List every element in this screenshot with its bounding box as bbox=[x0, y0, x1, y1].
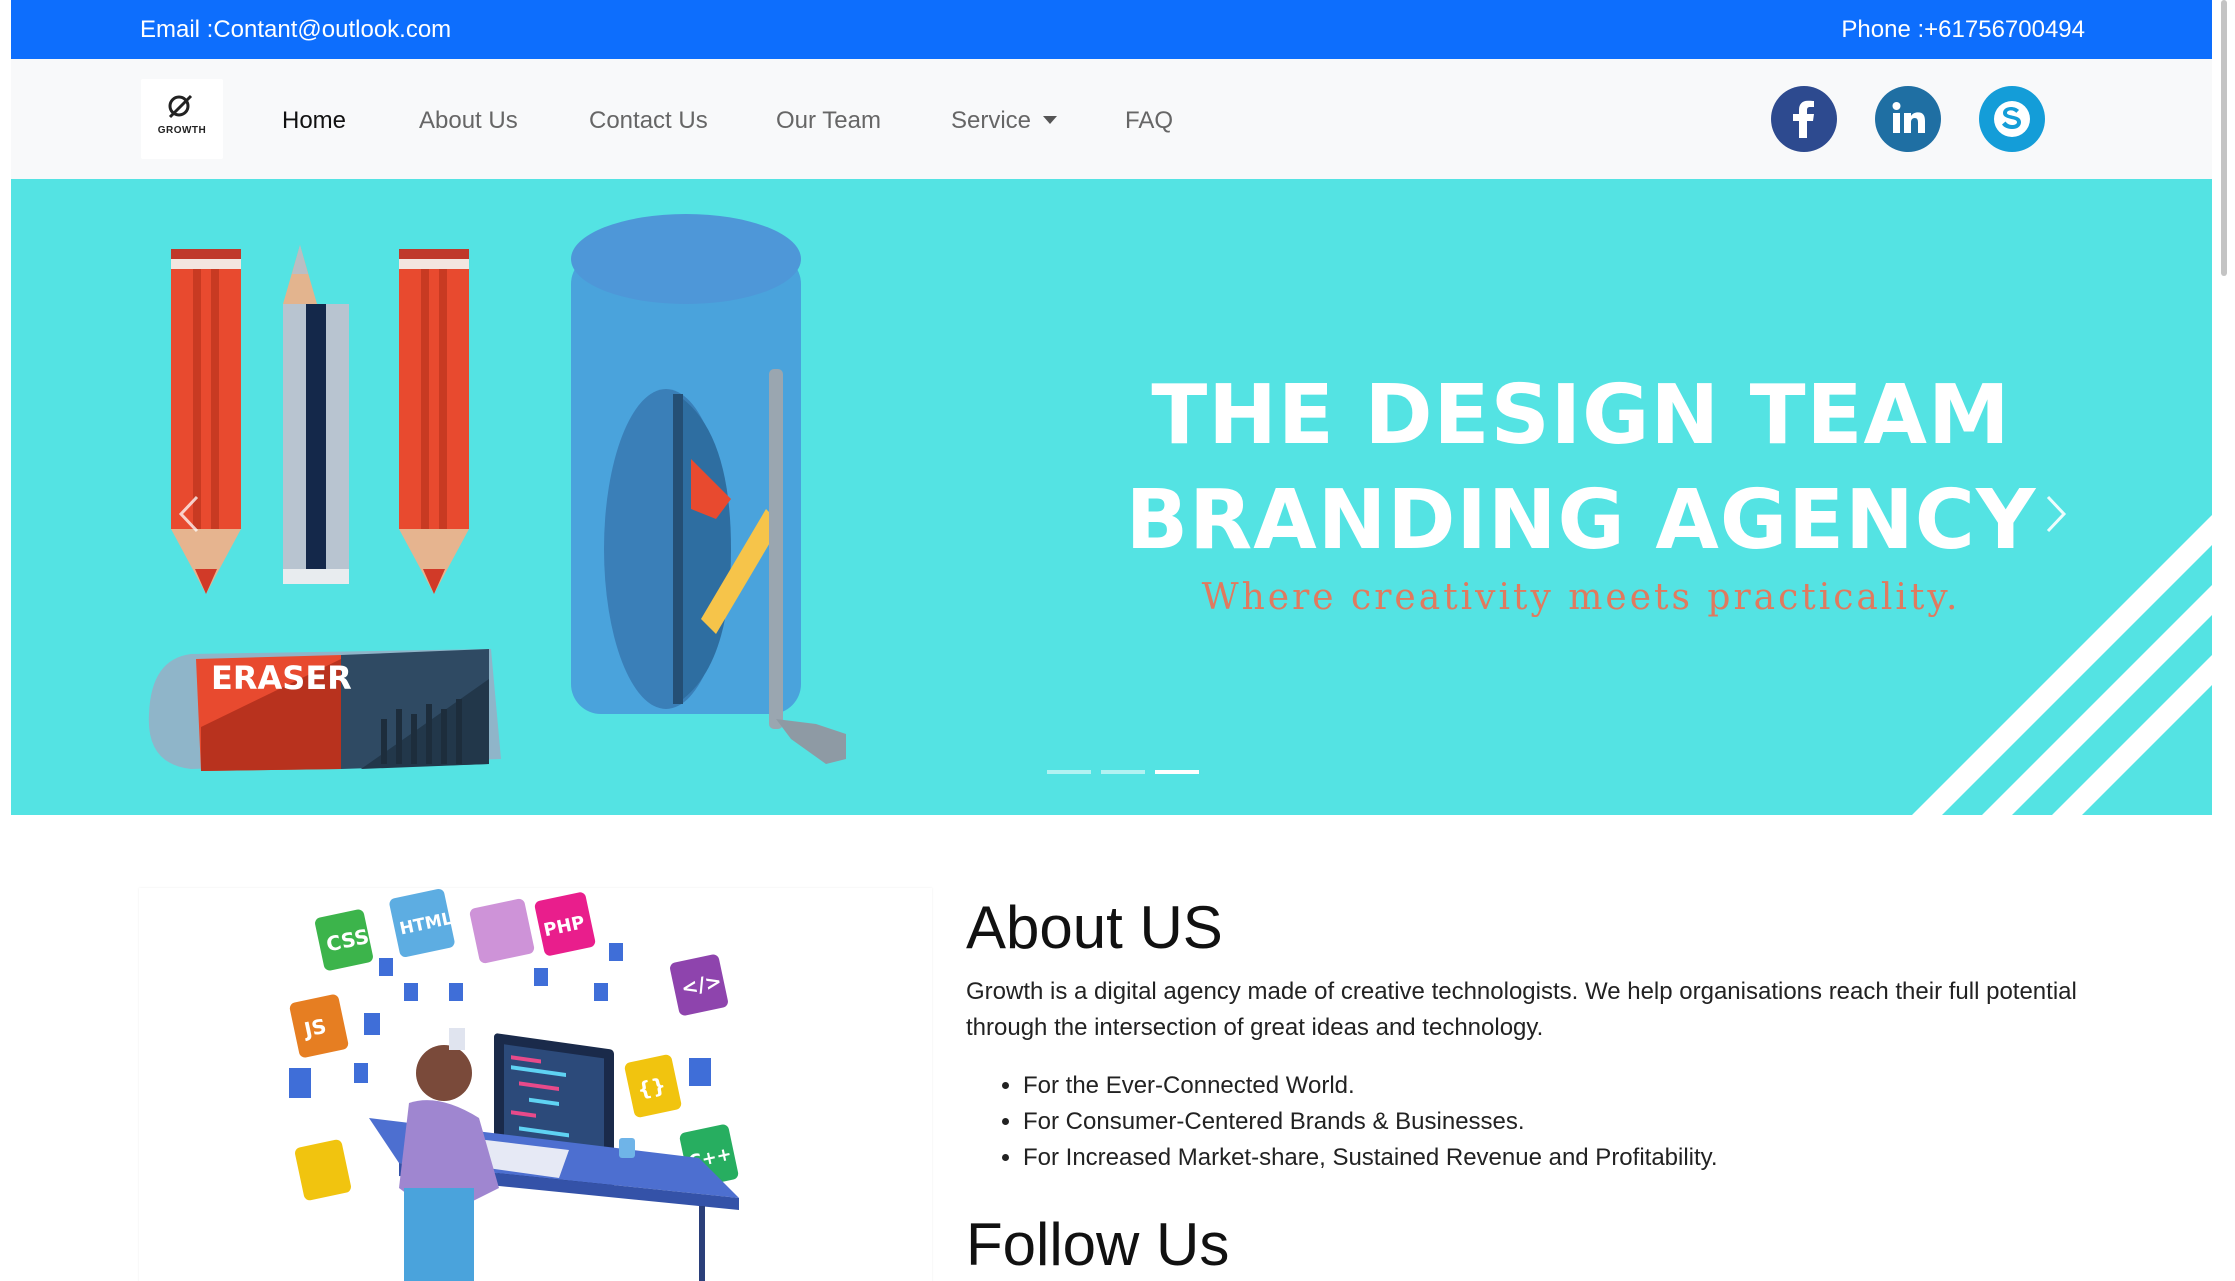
carousel-prev-icon[interactable] bbox=[169, 479, 209, 549]
pencil-cup-illustration bbox=[571, 214, 846, 764]
carousel-indicator-3[interactable] bbox=[1155, 770, 1199, 774]
stationery-illustration: ERASER bbox=[148, 214, 846, 771]
nav-contact-us-label: Contact Us bbox=[589, 107, 708, 134]
contact-email: Email :Contant@outlook.com bbox=[140, 16, 452, 43]
carousel-indicators bbox=[1035, 770, 1199, 778]
nav-service-dropdown[interactable]: Service bbox=[951, 107, 1058, 135]
chevron-down-icon bbox=[1043, 115, 1058, 124]
skype-icon bbox=[1979, 86, 2045, 152]
hero-title-line2: BRANDING AGENCY bbox=[1125, 473, 2037, 568]
contact-phone: Phone :+61756700494 bbox=[1841, 16, 2085, 43]
top-contact-bar: Email :Contant@outlook.com Phone :+61756… bbox=[11, 0, 2212, 59]
growth-logo-icon bbox=[168, 94, 193, 119]
nav-faq-label: FAQ bbox=[1125, 107, 1174, 134]
red-pencil-illustration-2 bbox=[399, 249, 469, 594]
page: Email :Contant@outlook.com Phone :+61756… bbox=[11, 0, 2212, 1281]
hero-carousel: ERASER THE DESIGN TEAM BRANDING AGENCY W… bbox=[11, 179, 2212, 815]
eraser-illustration: ERASER bbox=[148, 649, 501, 771]
scrollbar-thumb[interactable] bbox=[2221, 0, 2227, 276]
follow-us-heading: Follow Us bbox=[966, 1211, 1230, 1278]
about-description: Growth is a digital agency made of creat… bbox=[966, 978, 2077, 1041]
facebook-icon bbox=[1771, 86, 1837, 152]
list-item: For Increased Market-share, Sustained Re… bbox=[1023, 1140, 1718, 1176]
list-item: For Consumer-Centered Brands & Businesse… bbox=[1023, 1104, 1718, 1140]
nav-service-label: Service bbox=[951, 107, 1032, 134]
main-navbar: GROWTH Home About Us Contact Us Our Team… bbox=[11, 59, 2212, 179]
carousel-next-icon[interactable] bbox=[2036, 479, 2076, 549]
about-heading: About US bbox=[966, 894, 1223, 961]
linkedin-link[interactable] bbox=[1875, 86, 1941, 152]
skype-link[interactable] bbox=[1979, 86, 2045, 152]
logo-brand-text: GROWTH bbox=[157, 125, 207, 136]
carousel-indicator-1[interactable] bbox=[1047, 770, 1091, 774]
about-illustration: CSS HTML PHP </> JS {} C++ bbox=[139, 888, 932, 1281]
nav-home-label: Home bbox=[282, 107, 347, 134]
nav-home[interactable]: Home bbox=[282, 107, 346, 135]
grey-pencil-illustration bbox=[283, 245, 349, 584]
carousel-indicator-2[interactable] bbox=[1101, 770, 1145, 774]
hero-title-line1: THE DESIGN TEAM bbox=[1151, 368, 2011, 463]
nav-our-team-label: Our Team bbox=[776, 107, 881, 134]
about-list: For the Ever-Connected World. For Consum… bbox=[1001, 1068, 1718, 1176]
developer-illustration: CSS HTML PHP </> JS {} C++ bbox=[289, 888, 739, 1281]
nav-faq[interactable]: FAQ bbox=[1125, 107, 1173, 135]
facebook-link[interactable] bbox=[1771, 86, 1837, 152]
list-item: For the Ever-Connected World. bbox=[1023, 1068, 1718, 1104]
hero-subtitle: Where creativity meets practicality. bbox=[1201, 577, 1961, 618]
nav-our-team[interactable]: Our Team bbox=[776, 107, 881, 135]
growth-logo[interactable]: GROWTH bbox=[141, 79, 223, 159]
nav-about-us[interactable]: About Us bbox=[419, 107, 518, 135]
nav-about-us-label: About Us bbox=[419, 107, 518, 134]
linkedin-icon bbox=[1875, 86, 1941, 152]
page-scrollbar[interactable] bbox=[2212, 0, 2235, 1281]
eraser-label: ERASER bbox=[211, 659, 352, 697]
nav-contact-us[interactable]: Contact Us bbox=[589, 107, 708, 135]
